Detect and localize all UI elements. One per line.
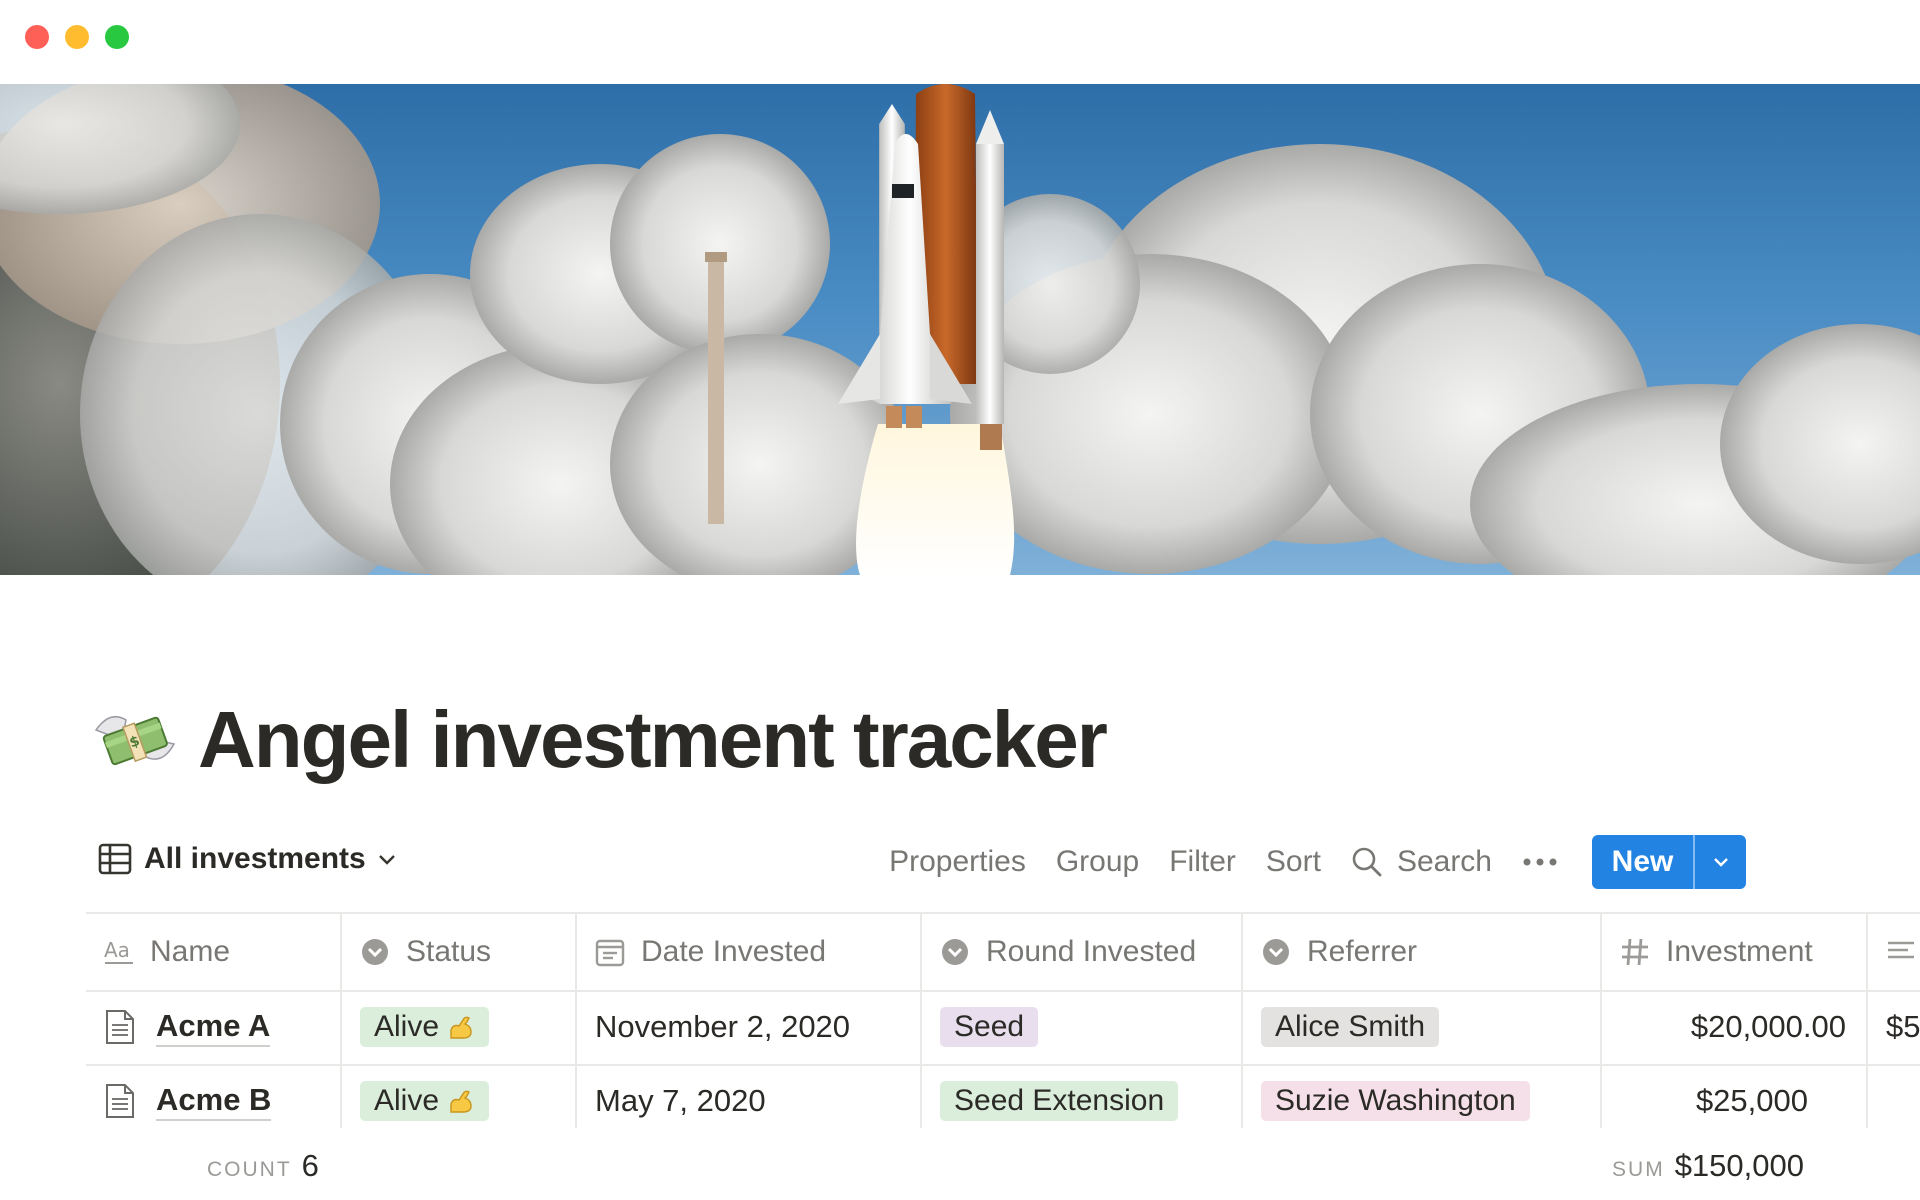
date-value: May 7, 2020 <box>595 1083 766 1118</box>
date-cell[interactable]: November 2, 2020 <box>577 990 922 1064</box>
referrer-tag: Alice Smith <box>1261 1007 1440 1047</box>
window-titlebar <box>0 0 1920 84</box>
sum-value: $150,000 <box>1674 1148 1804 1183</box>
text-property-icon: Aa <box>104 938 133 964</box>
search-icon <box>1352 847 1382 877</box>
close-window-button[interactable] <box>25 25 49 49</box>
status-label: Alive <box>374 1010 440 1043</box>
database-toolbar: All investments Properties Group Filter … <box>86 835 1836 889</box>
chevron-down-icon <box>1713 858 1728 867</box>
space-shuttle-launch-image <box>0 84 1920 575</box>
referrer-tag: Suzie Washington <box>1261 1081 1530 1121</box>
new-button-group: New <box>1592 835 1746 889</box>
status-tag: Alive <box>360 1007 490 1047</box>
investment-value: $20,000.00 <box>1690 1009 1846 1044</box>
column-header-name[interactable]: Aa Name <box>86 914 342 990</box>
referrer-cell[interactable]: Suzie Washington <box>1243 1064 1602 1128</box>
new-button[interactable]: New <box>1592 835 1693 889</box>
minimize-window-button[interactable] <box>65 25 89 49</box>
column-header-referrer[interactable]: Referrer <box>1243 914 1602 990</box>
column-header-date-invested[interactable]: Date Invested <box>577 914 922 990</box>
page-title[interactable]: Angel investment tracker <box>198 694 1108 786</box>
row-name-link[interactable]: Acme B <box>156 1082 272 1121</box>
count-value: 6 <box>301 1148 319 1183</box>
round-cell[interactable]: Seed <box>922 990 1243 1064</box>
calendar-icon <box>595 939 625 967</box>
date-cell[interactable]: May 7, 2020 <box>577 1064 922 1128</box>
page-document-icon <box>106 1084 134 1118</box>
row-name-link[interactable]: Acme A <box>156 1008 271 1047</box>
extra-value: $5 <box>1886 1009 1920 1044</box>
number-property-icon <box>1622 938 1648 966</box>
investment-cell[interactable]: $25,000 <box>1602 1064 1868 1128</box>
chevron-down-icon <box>378 855 395 865</box>
investment-cell[interactable]: $20,000.00 <box>1602 990 1868 1064</box>
view-selector[interactable]: All investments <box>98 842 398 876</box>
flexed-biceps-icon <box>450 1090 472 1113</box>
select-property-icon <box>362 939 388 965</box>
table-row[interactable]: Acme B Alive May 7, 2020 Seed Extension … <box>86 1064 1868 1128</box>
page-document-icon <box>106 1010 134 1044</box>
round-cell[interactable]: Seed Extension <box>922 1064 1243 1128</box>
column-header-investment[interactable]: Investment <box>1602 914 1868 990</box>
status-cell[interactable]: Alive <box>342 1064 577 1128</box>
search-label: Search <box>1396 845 1492 878</box>
sum-calculation[interactable]: SUM $150,000 <box>1612 1148 1804 1184</box>
search-button[interactable]: Search <box>1351 845 1492 879</box>
group-button[interactable]: Group <box>1056 845 1139 879</box>
select-property-icon <box>942 939 968 965</box>
flexed-biceps-icon <box>450 1016 472 1039</box>
referrer-cell[interactable]: Alice Smith <box>1243 990 1602 1064</box>
column-header-more[interactable] <box>1868 914 1920 990</box>
page-header: $ Angel investment tracker <box>92 690 1108 790</box>
count-calculation[interactable]: COUNT 6 <box>207 1148 319 1184</box>
filter-button[interactable]: Filter <box>1169 845 1236 879</box>
investment-value: $25,000 <box>1695 1083 1808 1118</box>
zoom-window-button[interactable] <box>105 25 129 49</box>
money-with-wings-icon[interactable]: $ <box>92 700 178 780</box>
name-cell[interactable]: Acme B <box>86 1064 342 1128</box>
sort-button[interactable]: Sort <box>1266 845 1321 879</box>
page-cover-image <box>0 84 1920 575</box>
toolbar-actions: Properties Group Filter Sort Search New <box>889 835 1746 889</box>
select-property-icon <box>1263 939 1289 965</box>
round-tag: Seed Extension <box>940 1081 1179 1121</box>
status-tag: Alive <box>360 1081 490 1121</box>
extra-cell[interactable]: $5 <box>1868 990 1920 1064</box>
column-header-round-invested[interactable]: Round Invested <box>922 914 1243 990</box>
status-label: Alive <box>374 1084 440 1117</box>
sum-label: SUM <box>1612 1158 1665 1181</box>
count-label: COUNT <box>207 1158 292 1181</box>
properties-button[interactable]: Properties <box>889 845 1026 879</box>
name-cell[interactable]: Acme A <box>86 990 342 1064</box>
round-tag: Seed <box>940 1007 1039 1047</box>
text-lines-icon <box>1888 941 1914 959</box>
new-options-dropdown[interactable] <box>1693 835 1746 889</box>
table-header-row: Aa Name Status Date Invested Round Inves… <box>86 912 1920 992</box>
more-options-icon[interactable] <box>1522 857 1558 867</box>
table-view-icon <box>98 843 132 875</box>
column-header-status[interactable]: Status <box>342 914 577 990</box>
svg-text:Aa: Aa <box>104 938 130 962</box>
investments-table: Aa Name Status Date Invested Round Inves… <box>86 912 1920 1128</box>
date-value: November 2, 2020 <box>595 1009 851 1044</box>
view-name: All investments <box>144 842 366 875</box>
table-row[interactable]: Acme A Alive November 2, 2020 Seed Alice… <box>86 990 1920 1066</box>
status-cell[interactable]: Alive <box>342 990 577 1064</box>
